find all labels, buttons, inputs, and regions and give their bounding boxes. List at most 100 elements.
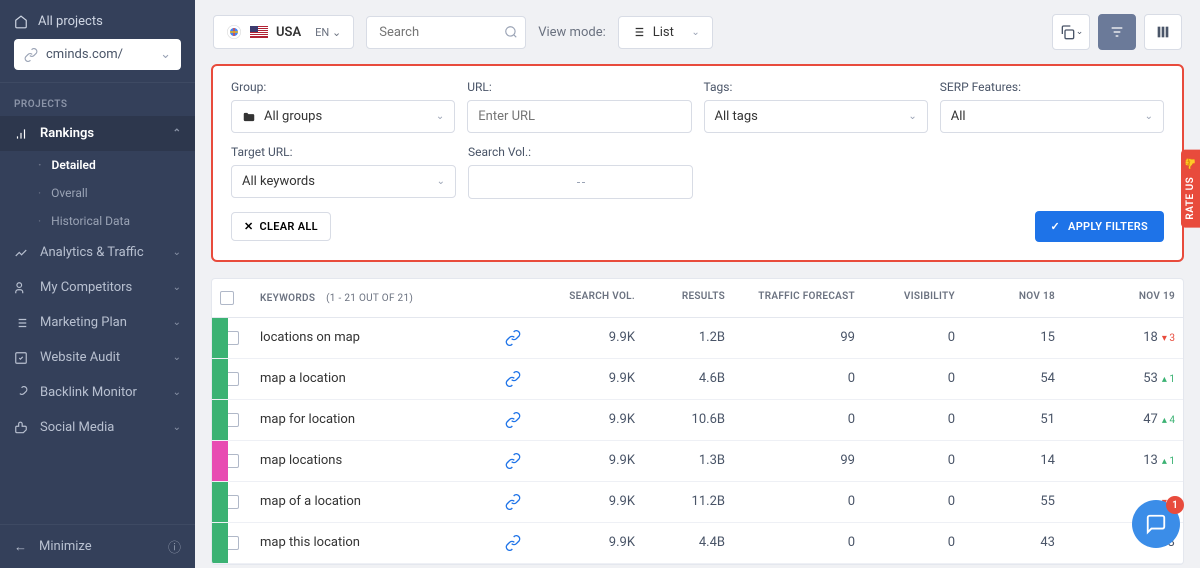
cell-forecast: 0 xyxy=(733,523,863,563)
col-forecast[interactable]: TRAFFIC FORECAST xyxy=(733,279,863,317)
project-name: cminds.com/ xyxy=(46,47,123,62)
thumbs-up-icon xyxy=(14,421,28,435)
filter-url-input[interactable] xyxy=(478,109,680,124)
keyword-link[interactable] xyxy=(483,400,543,440)
keyword-name: map this location xyxy=(252,523,483,563)
link-icon xyxy=(505,453,521,469)
cell-visibility: 0 xyxy=(863,318,963,358)
filter-tags-value: All tags xyxy=(715,109,758,124)
filter-tags-select[interactable]: All tags ⌄ xyxy=(704,100,928,133)
users-icon xyxy=(14,281,28,295)
minimize-button[interactable]: ← Minimize ⓘ xyxy=(0,524,195,568)
cell-visibility: 0 xyxy=(863,400,963,440)
table-row[interactable]: map of a location 9.9K 11.2B 0 0 55 ▾ 5 xyxy=(212,482,1183,523)
rate-us-tab[interactable]: RATE US 👍 xyxy=(1181,150,1200,228)
country-label: USA xyxy=(276,25,301,40)
table-row[interactable]: map locations 9.9K 1.3B 99 0 14 13▴ 1 xyxy=(212,441,1183,482)
cell-forecast: 0 xyxy=(733,482,863,522)
filter-serp-select[interactable]: All ⌄ xyxy=(940,100,1164,133)
nav-audit[interactable]: Website Audit ⌄ xyxy=(0,340,195,375)
nav-label: Analytics & Traffic xyxy=(40,245,144,260)
clear-all-button[interactable]: ✕ CLEAR ALL xyxy=(231,212,331,241)
apply-filters-button[interactable]: ✓ APPLY FILTERS xyxy=(1035,211,1164,242)
viewmode-selector[interactable]: List ⌄ xyxy=(618,16,713,49)
subnav-detailed[interactable]: Detailed xyxy=(38,151,195,179)
all-projects-link[interactable]: All projects xyxy=(14,14,181,29)
col-date1[interactable]: NOV 18 xyxy=(963,279,1063,317)
keyword-link[interactable] xyxy=(483,318,543,358)
col-date2[interactable]: NOV 19 xyxy=(1063,279,1183,317)
cell-results: 10.6B xyxy=(643,400,733,440)
table-row[interactable]: map a location 9.9K 4.6B 0 0 54 53▴ 1 xyxy=(212,359,1183,400)
cell-d2: 47▴ 4 xyxy=(1063,400,1183,440)
nav-social[interactable]: Social Media ⌄ xyxy=(0,410,195,445)
cell-forecast: 99 xyxy=(733,441,863,481)
filter-serp-label: SERP Features: xyxy=(940,80,1164,94)
table-row[interactable]: locations on map 9.9K 1.2B 99 0 15 18▾ 3 xyxy=(212,318,1183,359)
bar-chart-icon xyxy=(14,127,28,141)
cell-forecast: 99 xyxy=(733,318,863,358)
cell-results: 11.2B xyxy=(643,482,733,522)
keyword-link[interactable] xyxy=(483,482,543,522)
select-all-checkbox[interactable] xyxy=(220,291,234,305)
cell-d1: 54 xyxy=(963,359,1063,399)
link-icon xyxy=(505,330,521,346)
keyword-name: map for location xyxy=(252,400,483,440)
col-visibility[interactable]: VISIBILITY xyxy=(863,279,963,317)
chat-button[interactable]: 1 xyxy=(1132,500,1180,548)
cell-d1: 55 xyxy=(963,482,1063,522)
link-icon xyxy=(505,412,521,428)
all-projects-label: All projects xyxy=(38,14,103,29)
col-count: (1 - 21 OUT OF 21) xyxy=(326,293,413,304)
search-icon xyxy=(504,25,518,39)
subnav-historical[interactable]: Historical Data xyxy=(38,207,195,235)
nav-label: My Competitors xyxy=(40,280,132,295)
keyword-link[interactable] xyxy=(483,523,543,563)
col-vol[interactable]: SEARCH VOL. xyxy=(543,279,643,317)
link-icon xyxy=(505,371,521,387)
cell-d1: 14 xyxy=(963,441,1063,481)
subnav-overall[interactable]: Overall xyxy=(38,179,195,207)
check-icon: ✓ xyxy=(1051,220,1061,233)
filter-button[interactable] xyxy=(1098,14,1136,50)
filter-target-label: Target URL: xyxy=(231,145,456,159)
lang-label: EN xyxy=(315,26,329,39)
nav-competitors[interactable]: My Competitors ⌄ xyxy=(0,270,195,305)
nav-label: Social Media xyxy=(40,420,114,435)
thumbs-up-icon: 👍 xyxy=(1185,158,1196,171)
keyword-link[interactable] xyxy=(483,441,543,481)
nav-rankings[interactable]: Rankings ⌃ xyxy=(0,116,195,151)
country-selector[interactable]: USA EN ⌄ xyxy=(213,15,354,49)
col-results[interactable]: RESULTS xyxy=(643,279,733,317)
minimize-label: Minimize xyxy=(39,539,92,554)
filter-vol-range[interactable] xyxy=(468,165,693,199)
list-icon xyxy=(631,25,645,39)
keyword-link[interactable] xyxy=(483,359,543,399)
apply-label: APPLY FILTERS xyxy=(1068,220,1148,233)
nav-backlink[interactable]: Backlink Monitor ⌄ xyxy=(0,375,195,410)
nav-marketing[interactable]: Marketing Plan ⌄ xyxy=(0,305,195,340)
rate-us-label: RATE US xyxy=(1185,177,1196,220)
filter-target-select[interactable]: All keywords ⌄ xyxy=(231,165,456,198)
filter-group-value: All groups xyxy=(264,109,322,124)
chevron-down-icon: ⌄ xyxy=(1145,111,1153,122)
projects-heading: PROJECTS xyxy=(0,87,195,116)
table-row[interactable]: map for location 9.9K 10.6B 0 0 51 47▴ 4 xyxy=(212,400,1183,441)
search-input[interactable] xyxy=(366,16,526,49)
filter-target-value: All keywords xyxy=(242,174,315,189)
table-row[interactable]: map this location 9.9K 4.4B 0 0 43 43 xyxy=(212,523,1183,564)
project-selector[interactable]: cminds.com/ ⌄ xyxy=(14,39,181,70)
link-icon xyxy=(24,48,38,62)
cell-vol: 9.9K xyxy=(543,523,643,563)
nav-analytics[interactable]: Analytics & Traffic ⌄ xyxy=(0,235,195,270)
chat-icon xyxy=(1145,513,1167,535)
columns-button[interactable] xyxy=(1144,14,1182,50)
cell-visibility: 0 xyxy=(863,441,963,481)
help-icon[interactable]: ⓘ xyxy=(168,537,181,556)
filter-group-select[interactable]: All groups ⌄ xyxy=(231,100,455,133)
close-icon: ✕ xyxy=(244,220,254,233)
cell-forecast: 0 xyxy=(733,359,863,399)
col-keywords[interactable]: KEYWORDS xyxy=(260,293,315,304)
copy-button[interactable]: ⌄ xyxy=(1052,14,1090,50)
main-content: USA EN ⌄ View mode: List ⌄ ⌄ Group: xyxy=(195,0,1200,568)
